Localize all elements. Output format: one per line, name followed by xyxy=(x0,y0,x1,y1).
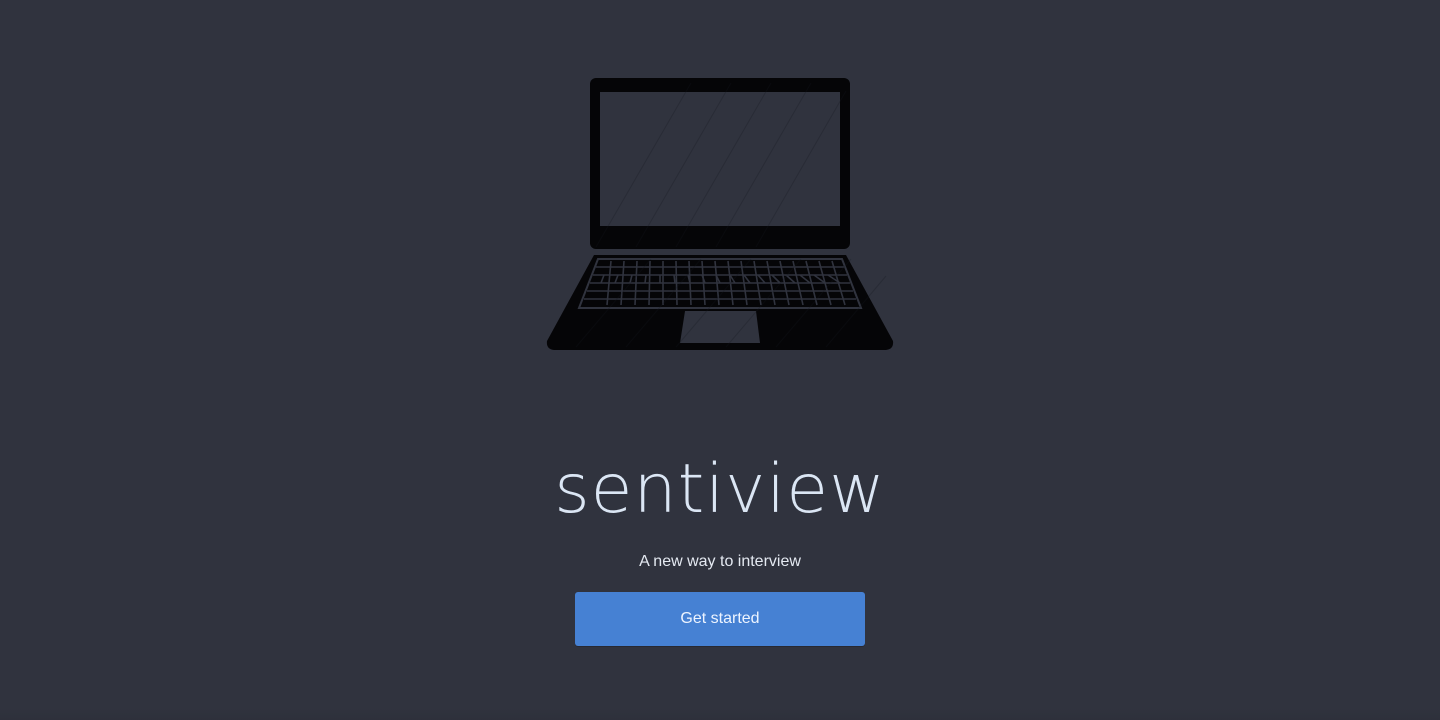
hero-section: sentiview A new way to interview Get sta… xyxy=(0,0,1440,720)
app-title: sentiview xyxy=(554,449,886,529)
tagline: A new way to interview xyxy=(639,553,801,570)
bottom-shadow xyxy=(0,708,1440,720)
laptop-icon xyxy=(546,77,894,351)
get-started-button[interactable]: Get started xyxy=(575,592,865,646)
landing-page: sentiview A new way to interview Get sta… xyxy=(0,0,1440,720)
